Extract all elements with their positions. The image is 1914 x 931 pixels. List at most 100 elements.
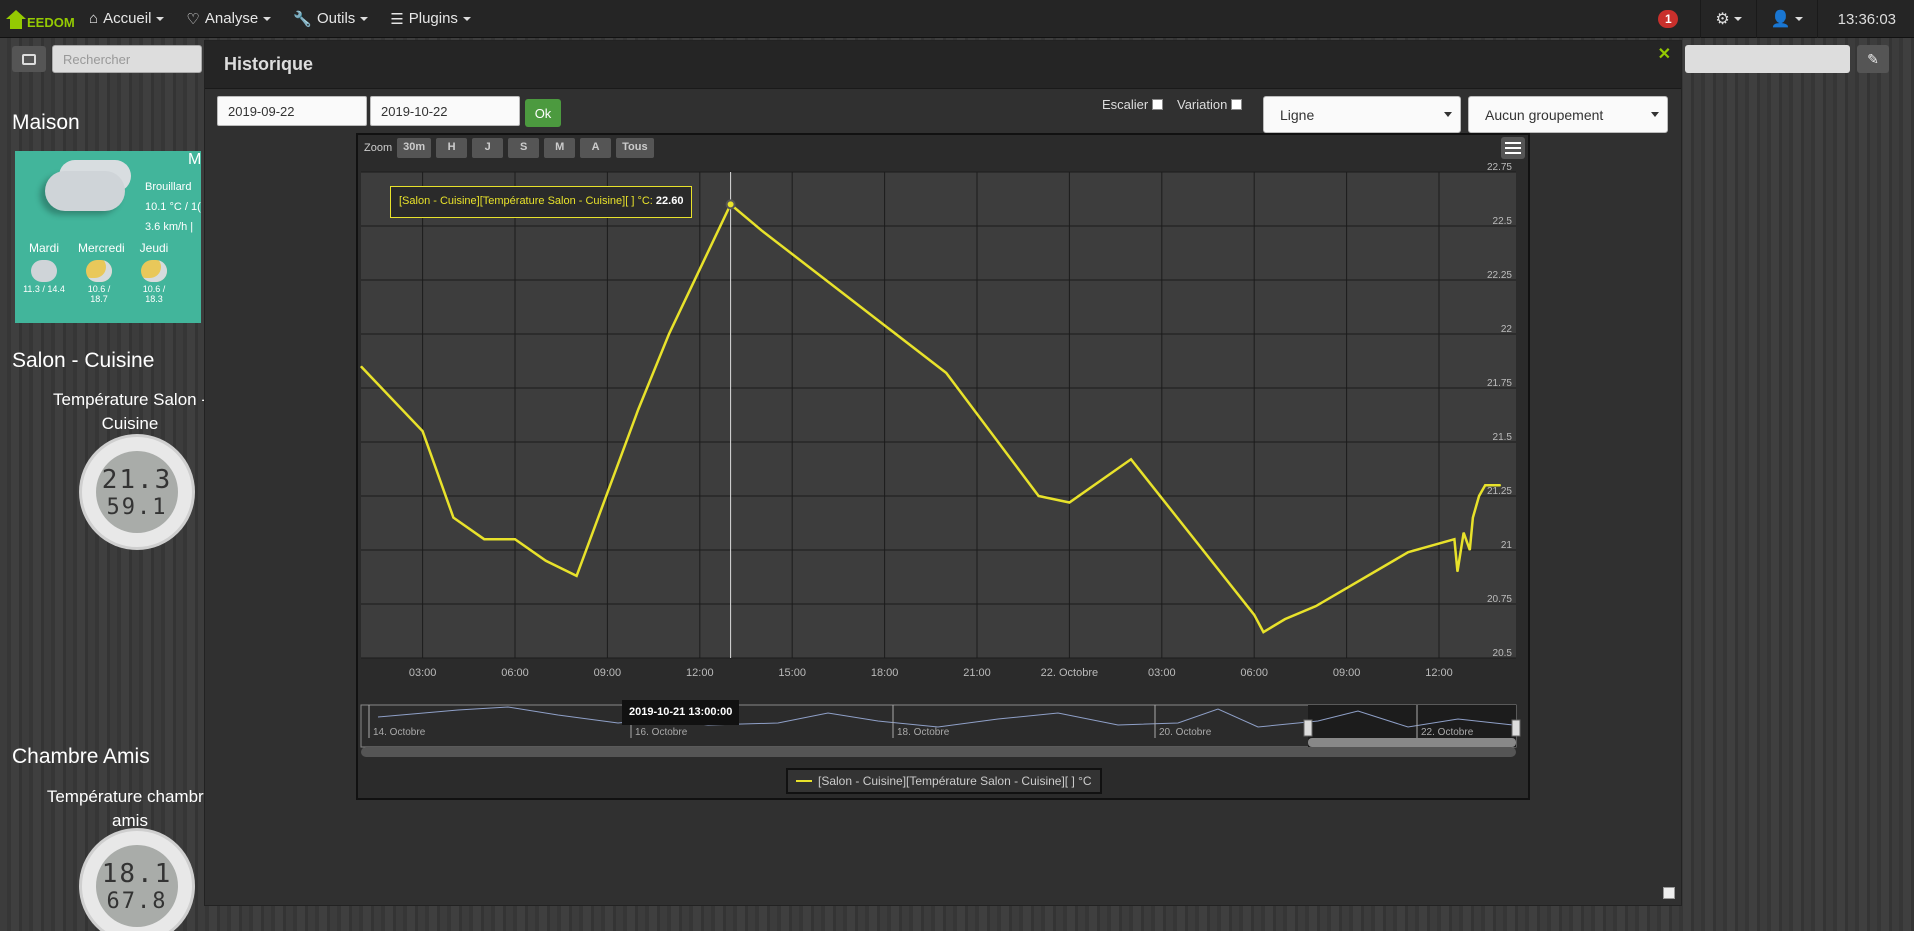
data-point (1038, 495, 1040, 497)
y-tick-label: 21.25 (1487, 486, 1512, 497)
caret-down-icon (156, 16, 165, 21)
wrench-icon: 🔧 (293, 10, 312, 28)
temperature-value: 21.3 (101, 464, 173, 495)
escalier-checkbox[interactable]: Escalier (1102, 97, 1164, 112)
caret-down-icon (1794, 17, 1803, 21)
x-tick-label: 06:00 (1240, 667, 1268, 679)
search-input-right[interactable] (1685, 45, 1850, 73)
data-point (1472, 517, 1474, 519)
horizontal-scrollbar[interactable] (361, 747, 1516, 757)
chart-legend[interactable]: [Salon - Cuisine][Température Salon - Cu… (786, 768, 1102, 794)
menu-label: Accueil (103, 10, 152, 27)
y-tick-label: 22.5 (1493, 216, 1513, 227)
day-name: Mercredi (78, 241, 125, 255)
variation-checkbox[interactable]: Variation (1177, 97, 1243, 112)
data-point (1453, 538, 1455, 540)
forecast-day: Mardi 11.3 / 14.4 (23, 241, 65, 304)
thermometer-widget[interactable]: 21.3 59.1 (82, 437, 192, 547)
stethoscope-icon: ♡ (186, 10, 200, 28)
modal-title: Historique (224, 54, 314, 74)
notification-badge[interactable]: 1 (1658, 10, 1679, 28)
widget-name[interactable]: Température chambre amis (30, 785, 230, 833)
data-point (699, 268, 701, 270)
home-icon (6, 8, 26, 30)
select-value: Aucun groupement (1485, 107, 1604, 123)
checkbox-label: Escalier (1102, 97, 1149, 112)
x-tick-label: 03:00 (1148, 667, 1176, 679)
day-temps: 10.6 / 18.3 (142, 284, 166, 304)
navigator-scrollbar[interactable] (1308, 738, 1516, 747)
plot-area (361, 172, 1516, 658)
data-point (1490, 484, 1492, 486)
data-point (1262, 631, 1264, 633)
user-menu[interactable]: 👤 (1755, 0, 1817, 38)
gears-icon: ⚙ (1715, 11, 1730, 28)
list-icon: ☰ (390, 10, 404, 28)
forecast-day: Ve (188, 241, 201, 304)
checkbox-box[interactable] (1152, 99, 1164, 110)
weather-widget[interactable]: M Brouillard 10.1 °C / 1( 3.6 km/h | Mar… (15, 151, 201, 323)
caret-down-icon (1733, 17, 1742, 21)
data-point (1130, 458, 1132, 460)
day-name: Jeudi (139, 241, 169, 255)
chart-type-select[interactable]: Ligne (1263, 96, 1461, 133)
sun-cloud-icon (86, 260, 112, 282)
data-point (1315, 605, 1317, 607)
date-to-input[interactable]: 2019-10-22 (370, 96, 520, 126)
date-from-input[interactable]: 2019-09-22 (217, 96, 367, 126)
menu-accueil[interactable]: ⌂ Accueil (78, 0, 175, 38)
navigator-label: 20. Octobre (1159, 727, 1212, 738)
x-tick-label: 12:00 (1425, 667, 1453, 679)
x-tick-label: 22. Octobre (1041, 667, 1098, 679)
history-chart: Zoom 30m H J S M A Tous 20.5 20.75 21 21.25… (356, 133, 1530, 800)
legend-label: [Salon - Cuisine][Température Salon - Cu… (818, 774, 1092, 788)
object-title-salon-cuisine[interactable]: Salon - Cuisine (12, 349, 154, 373)
settings-menu[interactable]: ⚙ (1700, 0, 1755, 38)
object-title-chambre-amis[interactable]: Chambre Amis (12, 745, 150, 769)
modal-header: Historique (205, 41, 1681, 89)
data-point (483, 538, 485, 540)
x-tick-label: 09:00 (594, 667, 622, 679)
close-icon[interactable]: ✕ (1658, 44, 1671, 64)
data-point (1469, 549, 1471, 551)
humidity-value: 67.8 (106, 888, 168, 914)
menu-outils[interactable]: 🔧 Outils (282, 0, 379, 38)
menu-label: Outils (316, 10, 356, 27)
day-name: Ve (188, 241, 201, 255)
pencil-icon: ✎ (1867, 50, 1879, 67)
x-tick-label: 09:00 (1333, 667, 1361, 679)
data-point (637, 409, 639, 411)
widget-name[interactable]: Température Salon - Cuisine (30, 388, 230, 436)
highlight-point (725, 199, 736, 210)
temperature-value: 18.1 (101, 858, 173, 889)
home-icon: ⌂ (89, 10, 99, 27)
data-point (1068, 501, 1070, 503)
checkbox-box[interactable] (1231, 99, 1243, 110)
weather-condition: Brouillard (145, 181, 192, 193)
grouping-select[interactable]: Aucun groupement (1468, 96, 1668, 133)
thermometer-widget[interactable]: 18.1 67.8 (82, 831, 192, 931)
caret-down-icon (462, 16, 471, 21)
navigator-label: 18. Octobre (897, 727, 950, 738)
data-point (1484, 484, 1486, 486)
x-tick-label: 03:00 (409, 667, 437, 679)
data-point (1500, 484, 1502, 486)
menu-plugins[interactable]: ☰ Plugins (379, 0, 482, 38)
y-tick-label: 22.25 (1487, 270, 1512, 281)
navigator-handle-left[interactable] (1303, 719, 1313, 737)
menu-analyse[interactable]: ♡ Analyse (175, 0, 282, 38)
ok-button[interactable]: Ok (525, 99, 561, 127)
jeedom-logo[interactable]: EEDOM (0, 0, 78, 38)
menu-label: Analyse (204, 10, 259, 27)
edit-button[interactable]: ✎ (1857, 45, 1889, 73)
y-tick-label: 22 (1501, 324, 1513, 335)
navigator-handle-right[interactable] (1511, 719, 1521, 737)
resize-handle[interactable] (1663, 887, 1675, 899)
y-tick-label: 21.5 (1493, 432, 1513, 443)
background-image-button[interactable] (12, 46, 46, 72)
search-input[interactable]: Rechercher (52, 45, 202, 73)
y-tick-label: 22.75 (1487, 162, 1512, 173)
data-point (668, 333, 670, 335)
object-title-maison[interactable]: Maison (12, 111, 80, 135)
forecast-day: Jeudi 10.6 / 18.3 (133, 241, 175, 304)
